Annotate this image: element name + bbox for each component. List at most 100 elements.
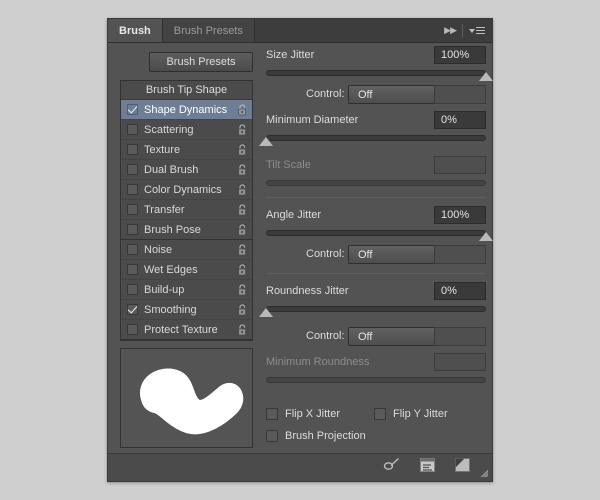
tab-brush-presets[interactable]: Brush Presets xyxy=(163,19,255,42)
size-jitter-slider[interactable] xyxy=(266,68,486,82)
tab-brush-presets-label: Brush Presets xyxy=(174,25,243,37)
lock-open-icon[interactable] xyxy=(237,204,248,216)
option-checkbox[interactable] xyxy=(127,104,138,115)
size-jitter-track xyxy=(266,70,486,76)
brush-option-texture[interactable]: Texture xyxy=(121,140,252,160)
tab-brush[interactable]: Brush xyxy=(108,19,163,42)
toggle-brush-settings-icon[interactable] xyxy=(383,458,400,478)
flip-row-1: Flip X Jitter Flip Y Jitter xyxy=(266,403,486,425)
option-checkbox[interactable] xyxy=(127,304,138,315)
minimum-roundness-row: Minimum Roundness xyxy=(266,350,486,374)
size-jitter-field[interactable]: 100% xyxy=(434,46,486,64)
panel-body: Brush Presets Brush Tip Shape Shape Dyna… xyxy=(108,43,492,453)
roundness-control-value: Off xyxy=(358,331,372,343)
size-jitter-value: 100% xyxy=(441,49,469,61)
option-checkbox[interactable] xyxy=(127,244,138,255)
option-checkbox[interactable] xyxy=(127,324,138,335)
option-checkbox[interactable] xyxy=(127,184,138,195)
panel-tab-bar: Brush Brush Presets ▶▶ xyxy=(108,19,492,43)
option-checkbox[interactable] xyxy=(127,124,138,135)
brush-tip-shape-label: Brush Tip Shape xyxy=(146,84,227,96)
section-divider-1 xyxy=(266,197,486,198)
option-label: Texture xyxy=(144,144,237,156)
brush-option-dual-brush[interactable]: Dual Brush xyxy=(121,160,252,180)
option-label: Smoothing xyxy=(144,304,237,316)
brush-presets-button[interactable]: Brush Presets xyxy=(149,52,253,72)
flip-x-jitter-checkbox[interactable]: Flip X Jitter xyxy=(266,408,374,420)
minimum-diameter-slider[interactable] xyxy=(266,133,486,147)
angle-jitter-row: Angle Jitter 100% xyxy=(266,203,486,227)
size-jitter-thumb[interactable] xyxy=(479,72,493,81)
panel-menu-icon[interactable] xyxy=(469,27,485,34)
option-checkbox[interactable] xyxy=(127,284,138,295)
brush-option-scattering[interactable]: Scattering xyxy=(121,120,252,140)
lock-open-icon[interactable] xyxy=(237,184,248,196)
brush-option-protect-texture[interactable]: Protect Texture xyxy=(121,320,252,340)
new-brush-icon[interactable] xyxy=(455,458,470,477)
footer-icon-group xyxy=(383,454,470,481)
lock-open-icon[interactable] xyxy=(237,124,248,136)
size-control-extra-field[interactable] xyxy=(434,85,486,104)
resize-grip[interactable] xyxy=(479,468,489,478)
brush-projection-checkbox[interactable]: Brush Projection xyxy=(266,430,366,442)
angle-jitter-slider[interactable] xyxy=(266,228,486,242)
option-label: Color Dynamics xyxy=(144,184,237,196)
lock-open-icon[interactable] xyxy=(237,164,248,176)
size-control-select[interactable]: Off xyxy=(348,85,448,104)
brush-tip-shape-item[interactable]: Brush Tip Shape xyxy=(121,81,252,100)
left-column: Brush Presets Brush Tip Shape Shape Dyna… xyxy=(114,43,259,453)
roundness-jitter-thumb[interactable] xyxy=(259,308,273,317)
minimum-diameter-field[interactable]: 0% xyxy=(434,111,486,129)
roundness-jitter-slider[interactable] xyxy=(266,304,486,318)
flip-options: Flip X Jitter Flip Y Jitter Brush Projec… xyxy=(266,403,486,447)
minimum-roundness-slider xyxy=(266,375,486,389)
brush-option-brush-pose[interactable]: Brush Pose xyxy=(121,220,252,240)
angle-jitter-thumb[interactable] xyxy=(479,232,493,241)
brush-option-transfer[interactable]: Transfer xyxy=(121,200,252,220)
option-checkbox[interactable] xyxy=(127,264,138,275)
brush-projection-box xyxy=(266,430,278,442)
lock-open-icon[interactable] xyxy=(237,224,248,236)
roundness-control-select[interactable]: Off xyxy=(348,327,448,346)
minimum-diameter-thumb[interactable] xyxy=(259,137,273,146)
angle-control-extra-field[interactable] xyxy=(434,245,486,264)
brush-projection-label: Brush Projection xyxy=(285,430,366,442)
open-preset-manager-icon[interactable] xyxy=(420,458,435,477)
option-checkbox[interactable] xyxy=(127,144,138,155)
brush-option-smoothing[interactable]: Smoothing xyxy=(121,300,252,320)
angle-jitter-field[interactable]: 100% xyxy=(434,206,486,224)
roundness-jitter-track xyxy=(266,306,486,312)
brush-stroke-preview xyxy=(120,348,253,448)
angle-control-select[interactable]: Off xyxy=(348,245,448,264)
option-label: Wet Edges xyxy=(144,264,237,276)
tilt-scale-slider xyxy=(266,178,486,192)
brush-option-color-dynamics[interactable]: Color Dynamics xyxy=(121,180,252,200)
roundness-control-row: Control: Off xyxy=(266,324,486,350)
lock-open-icon[interactable] xyxy=(237,304,248,316)
tilt-scale-field xyxy=(434,156,486,174)
option-checkbox[interactable] xyxy=(127,164,138,175)
flip-row-2: Brush Projection xyxy=(266,425,486,447)
lock-open-icon[interactable] xyxy=(237,104,248,116)
roundness-control-label: Control: xyxy=(306,330,345,342)
tilt-scale-track xyxy=(266,180,486,186)
brush-option-noise[interactable]: Noise xyxy=(121,240,252,260)
brush-option-wet-edges[interactable]: Wet Edges xyxy=(121,260,252,280)
size-jitter-label: Size Jitter xyxy=(266,49,314,61)
flip-y-jitter-checkbox[interactable]: Flip Y Jitter xyxy=(374,408,448,420)
minimum-roundness-track xyxy=(266,377,486,383)
brush-option-build-up[interactable]: Build-up xyxy=(121,280,252,300)
option-checkbox[interactable] xyxy=(127,204,138,215)
brush-option-shape-dynamics[interactable]: Shape Dynamics xyxy=(121,100,252,120)
header-divider xyxy=(462,24,463,37)
lock-open-icon[interactable] xyxy=(237,144,248,156)
option-checkbox[interactable] xyxy=(127,224,138,235)
lock-open-icon[interactable] xyxy=(237,244,248,256)
roundness-jitter-field[interactable]: 0% xyxy=(434,282,486,300)
roundness-control-extra-field[interactable] xyxy=(434,327,486,346)
lock-open-icon[interactable] xyxy=(237,284,248,296)
lock-open-icon[interactable] xyxy=(237,264,248,276)
lock-open-icon[interactable] xyxy=(237,324,248,336)
double-chevron-right-icon[interactable]: ▶▶ xyxy=(444,25,456,36)
angle-jitter-track xyxy=(266,230,486,236)
